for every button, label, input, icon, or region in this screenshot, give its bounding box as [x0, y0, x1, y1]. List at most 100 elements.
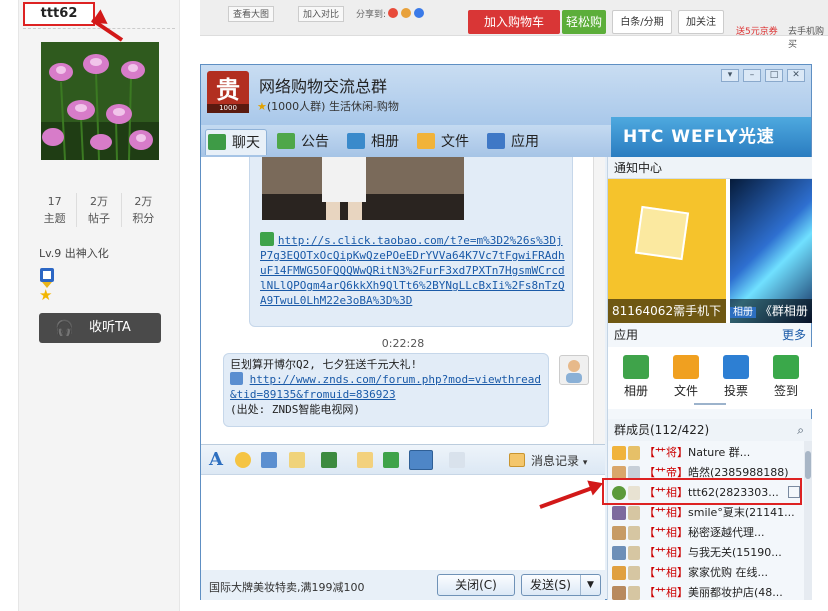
right-panel: 通知中心 81164062需手机下 相册 《群相册 应用 更多 相册 文件 投票 … — [607, 157, 812, 600]
tab-apps[interactable]: 应用 — [485, 129, 539, 155]
htc-ad-banner[interactable]: HTC WEFLY光速 — [611, 117, 811, 157]
note-icon[interactable] — [357, 452, 373, 468]
chevron-down-icon[interactable]: ▼ — [580, 575, 600, 595]
avatar[interactable] — [41, 42, 159, 160]
member-avatar — [612, 546, 626, 560]
notice-tile-album[interactable]: 相册 《群相册 — [730, 179, 812, 323]
notice-tiles: 81164062需手机下 相册 《群相册 — [608, 179, 812, 323]
member-row[interactable]: 【艹将】Nature 群... — [608, 443, 804, 463]
megaphone-icon — [277, 133, 295, 149]
send-button[interactable]: 发送(S) ▼ — [521, 574, 601, 596]
notice-tile-phone[interactable]: 81164062需手机下 — [608, 179, 726, 323]
maximize-icon[interactable]: □ — [765, 69, 783, 82]
stat-value: 17 — [47, 195, 62, 208]
folder-icon — [417, 133, 435, 149]
tab-album[interactable]: 相册 — [345, 129, 399, 155]
stat-posts[interactable]: 2万 帖子 — [77, 193, 122, 227]
tab-label: 文件 — [441, 134, 469, 150]
app-checkin[interactable]: 签到 — [766, 355, 806, 399]
view-image-button[interactable]: 查看大图 — [228, 6, 275, 22]
album-icon — [347, 133, 365, 149]
stat-label: 主题 — [43, 212, 66, 225]
music-icon[interactable] — [383, 452, 399, 468]
emoji-icon[interactable] — [235, 452, 251, 468]
message-time: 0:22:28 — [381, 337, 425, 350]
product-image[interactable] — [262, 157, 464, 220]
chat-scrollbar[interactable] — [593, 157, 605, 444]
menu-icon[interactable]: ▾ — [721, 69, 739, 82]
close-button[interactable]: 关闭(C) — [437, 574, 515, 596]
app-label: 投票 — [723, 384, 748, 398]
history-label: 消息记录 — [531, 454, 580, 468]
apps-grid: 相册 文件 投票 签到 — [608, 347, 812, 409]
stat-topics[interactable]: 17 主题 — [33, 193, 78, 227]
stat-value: 2万 — [134, 195, 153, 208]
znds-link[interactable]: http://www.znds.com/forum.php?mod=viewth… — [230, 373, 541, 401]
group-info-text: (1000人群) 生活休闲-购物 — [266, 100, 399, 113]
compare-button[interactable]: 加入对比 — [298, 6, 345, 22]
taobao-link[interactable]: http://s.click.taobao.com/t?e=m%3D2%26s%… — [260, 234, 565, 307]
mobile-download-text[interactable]: 去手机购买 — [788, 24, 828, 50]
highlight-box — [602, 478, 802, 505]
app-vote[interactable]: 投票 — [716, 355, 756, 399]
qq-group-window: 贵 1000 网络购物交流总群 ★(1000人群) 生活休闲-购物 ▾ – □ ✕… — [200, 64, 812, 600]
member-row[interactable]: 【艹相】秘密逐越代理... — [608, 523, 804, 543]
share-label: 分享到: — [356, 10, 387, 20]
add-to-cart-button[interactable]: 加入购物车 — [468, 10, 560, 34]
message-bubble-znds: 巨划算开博尔Q2, 七夕狂送千元大礼! http://www.znds.com/… — [223, 353, 549, 427]
listen-label: 收听TA — [89, 320, 131, 335]
write-icon[interactable] — [289, 452, 305, 468]
share-more-icon[interactable] — [414, 8, 424, 18]
member-avatar — [612, 506, 626, 520]
members-scrollbar[interactable] — [804, 441, 812, 600]
star-icon: ★ — [39, 286, 53, 304]
message-history-button[interactable]: 消息记录 ▾ — [509, 452, 587, 469]
app-label: 签到 — [773, 384, 798, 398]
member-row[interactable]: 【艹相】家家优购 在线... — [608, 563, 804, 583]
installment-button[interactable]: 白条/分期 — [612, 10, 672, 34]
member-avatar — [612, 586, 626, 600]
scrollbar-thumb[interactable] — [805, 451, 811, 479]
window-header: 贵 1000 网络购物交流总群 ★(1000人群) 生活休闲-购物 ▾ – □ ✕ — [201, 65, 811, 125]
group-tabs: 聊天 公告 相册 文件 应用 ⚙▾ — [201, 125, 611, 212]
tab-notice[interactable]: 公告 — [275, 129, 329, 155]
sender-avatar[interactable] — [559, 355, 589, 385]
member-row[interactable]: 【艹相】美丽都妆护店(48... — [608, 583, 804, 600]
input-footer: 国际大牌美妆特卖,满199减100 关闭(C) 发送(S) ▼ — [201, 570, 605, 600]
close-icon[interactable]: ✕ — [787, 69, 805, 82]
weibo-icon[interactable] — [388, 8, 398, 18]
member-row[interactable]: 【艹相】与我无关(15190... — [608, 543, 804, 563]
apps-more-link[interactable]: 更多 — [782, 323, 806, 347]
listen-button[interactable]: 🎧 收听TA — [39, 313, 161, 343]
image-icon[interactable] — [321, 452, 337, 468]
history-icon — [509, 453, 525, 467]
chat-bubble-icon[interactable] — [449, 452, 465, 468]
promo-text[interactable]: 国际大牌美妆特卖,满199减100 — [209, 579, 365, 595]
notice-caption: 相册 《群相册 — [730, 299, 812, 323]
member-level-icon — [628, 546, 640, 560]
stat-points[interactable]: 2万 积分 — [122, 193, 165, 227]
minimize-icon[interactable]: – — [743, 69, 761, 82]
member-role: 【艹相】 — [644, 586, 688, 599]
message-input[interactable] — [201, 474, 605, 570]
apps-header: 应用 更多 — [608, 323, 812, 347]
search-icon[interactable]: ⌕ — [797, 419, 804, 441]
easy-buy-button[interactable]: 轻松购 — [562, 10, 606, 34]
app-files[interactable]: 文件 — [666, 355, 706, 399]
shield-icon — [230, 372, 243, 385]
screenshot-icon[interactable] — [409, 450, 433, 470]
tab-label: 公告 — [301, 134, 329, 150]
username-label[interactable]: ttt62 — [23, 2, 95, 26]
qzone-icon[interactable] — [401, 8, 411, 18]
group-logo[interactable]: 贵 1000 — [207, 71, 249, 113]
tab-chat[interactable]: 聊天 — [205, 129, 267, 155]
member-role: 【艹将】 — [644, 446, 688, 459]
tab-files[interactable]: 文件 — [415, 129, 469, 155]
magic-icon[interactable] — [261, 452, 277, 468]
member-name: 家家优购 在线... — [688, 566, 768, 579]
app-album[interactable]: 相册 — [616, 355, 656, 399]
follow-button[interactable]: 加关注 — [678, 10, 724, 34]
tab-label: 相册 — [371, 134, 399, 150]
font-icon[interactable]: A — [209, 449, 223, 470]
member-row[interactable]: 【艹相】smile°夏末(21141... — [608, 503, 804, 523]
